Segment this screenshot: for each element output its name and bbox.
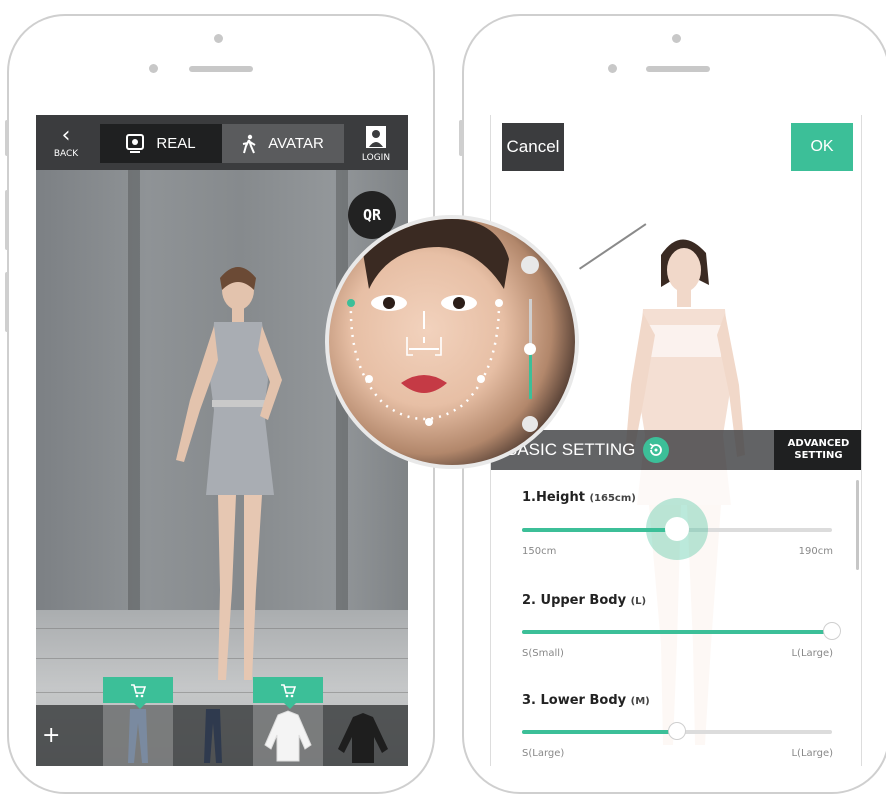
reset-icon bbox=[649, 443, 663, 456]
lower-body-title: 3. Lower Body (M) bbox=[522, 693, 650, 708]
top-bar: ‹ BACK REAL AVATAR LOGIN bbox=[36, 115, 408, 170]
scrollbar[interactable] bbox=[856, 480, 859, 570]
login-button[interactable]: LOGIN bbox=[356, 125, 396, 165]
slider-value: (M) bbox=[630, 696, 650, 707]
slider-max-label: 190cm bbox=[798, 546, 833, 557]
tab-advanced-setting[interactable]: ADVANCED SETTING bbox=[774, 430, 861, 470]
back-button[interactable]: ‹ BACK bbox=[46, 125, 86, 165]
webcam-icon bbox=[126, 133, 145, 153]
ok-button[interactable]: OK bbox=[791, 123, 853, 171]
model-photo bbox=[176, 267, 282, 680]
cart-icon bbox=[131, 683, 146, 697]
slider-value: (165cm) bbox=[589, 493, 636, 504]
slider-knob[interactable] bbox=[823, 622, 841, 640]
slider-max-label: L(Large) bbox=[791, 648, 833, 659]
tray-item-dark-jeans[interactable] bbox=[178, 705, 248, 766]
front-camera bbox=[149, 64, 158, 73]
camera-view-screen: ‹ BACK REAL AVATAR LOGIN QR + bbox=[36, 115, 408, 766]
slider-min-label: S(Small) bbox=[522, 648, 564, 659]
black-sweater-icon bbox=[338, 713, 388, 763]
slider-min-label: 150cm bbox=[522, 546, 557, 557]
volume-up-button bbox=[5, 190, 9, 250]
slider-title: 1.Height bbox=[522, 490, 585, 505]
slider-value: (L) bbox=[630, 596, 647, 607]
tab-avatar-label: AVATAR bbox=[268, 135, 324, 152]
volume-down-button bbox=[5, 272, 9, 332]
wall-pillar bbox=[128, 170, 140, 610]
slider-max-label: L(Large) bbox=[791, 748, 833, 759]
earpiece-speaker bbox=[189, 66, 253, 72]
qr-label: QR bbox=[362, 206, 382, 224]
basic-settings-panel: 1.Height (165cm) 150cm 190cm 2. Upper Bo… bbox=[491, 470, 861, 766]
upper-body-slider[interactable] bbox=[522, 622, 841, 640]
upper-body-title: 2. Upper Body (L) bbox=[522, 593, 646, 608]
earpiece-speaker bbox=[646, 66, 710, 72]
settings-tabs: BASIC SETTING ADVANCED SETTING bbox=[491, 430, 861, 470]
tab-real[interactable]: REAL bbox=[100, 124, 222, 163]
mute-switch bbox=[459, 120, 463, 156]
face-landmarks-overlay bbox=[347, 219, 539, 432]
tray-item-jeans[interactable] bbox=[103, 677, 173, 766]
camera-dot bbox=[672, 34, 681, 43]
advanced-setting-label: ADVANCED SETTING bbox=[787, 438, 850, 461]
slider-knob[interactable] bbox=[646, 498, 708, 560]
walking-person-icon bbox=[243, 134, 256, 153]
height-slider[interactable] bbox=[522, 498, 832, 560]
login-label: LOGIN bbox=[361, 153, 391, 163]
cart-badge[interactable] bbox=[253, 677, 323, 709]
slider-title: 2. Upper Body bbox=[522, 593, 627, 608]
clothing-tray: + bbox=[36, 677, 408, 766]
slider-min-label: S(Large) bbox=[522, 748, 565, 759]
white-sweater-icon bbox=[264, 710, 312, 762]
height-title: 1.Height (165cm) bbox=[522, 490, 636, 505]
slider-knob[interactable] bbox=[668, 722, 686, 740]
avatar-settings-screen: Cancel OK BASIC SETTING ADVANCED SETTING… bbox=[490, 115, 862, 766]
tray-item-black-sweater[interactable] bbox=[328, 705, 398, 766]
cart-icon bbox=[281, 683, 296, 697]
slider-fill bbox=[522, 630, 832, 634]
slider-title: 3. Lower Body bbox=[522, 693, 627, 708]
tray-item-white-sweater[interactable] bbox=[253, 677, 323, 766]
face-detection-magnifier bbox=[325, 215, 579, 469]
back-label: BACK bbox=[53, 149, 79, 159]
chevron-left-icon: ‹ bbox=[61, 123, 71, 148]
dark-jeans-icon bbox=[204, 709, 222, 763]
camera-dot bbox=[214, 34, 223, 43]
lower-body-slider[interactable] bbox=[522, 722, 832, 740]
tab-real-label: REAL bbox=[156, 135, 196, 152]
user-icon bbox=[366, 126, 386, 148]
reset-button[interactable] bbox=[643, 437, 670, 463]
front-camera bbox=[608, 64, 617, 73]
jeans-icon bbox=[128, 709, 148, 763]
slider-fill bbox=[522, 730, 677, 734]
cancel-button[interactable]: Cancel bbox=[502, 123, 564, 171]
mute-switch bbox=[5, 120, 9, 156]
add-item-button[interactable]: + bbox=[42, 725, 60, 747]
tab-avatar[interactable]: AVATAR bbox=[222, 124, 344, 163]
cart-badge[interactable] bbox=[103, 677, 173, 709]
